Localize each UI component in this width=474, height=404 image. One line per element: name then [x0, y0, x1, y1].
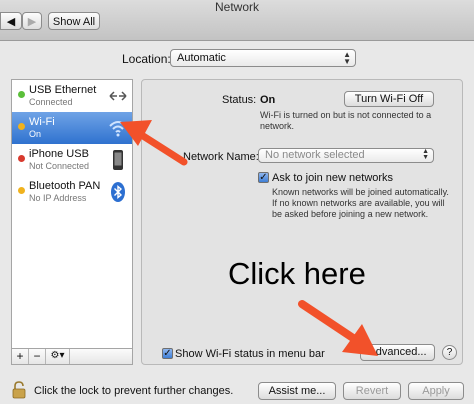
status-dot: [18, 155, 25, 162]
ask-join-description-1: Known networks will be joined automatica…: [272, 187, 449, 197]
service-name: iPhone USB: [29, 148, 89, 160]
apply-button[interactable]: Apply: [408, 382, 464, 400]
ask-join-description-2: If no known networks are available, you …: [272, 198, 445, 208]
ask-join-checkbox[interactable]: ✓: [258, 172, 269, 183]
network-name-select[interactable]: No network selected ▲ ▼: [258, 148, 434, 163]
service-status: No IP Address: [29, 193, 87, 203]
help-button[interactable]: ?: [442, 345, 457, 360]
status-description-1: Wi-Fi is turned on but is not connected …: [260, 110, 432, 120]
gear-menu-button[interactable]: ⚙▾: [46, 349, 70, 364]
service-name: Wi-Fi: [29, 116, 55, 128]
bluetooth-icon: [108, 181, 128, 203]
status-dot: [18, 187, 25, 194]
service-name: USB Ethernet: [29, 84, 97, 96]
ask-join-label: Ask to join new networks: [272, 172, 394, 184]
status-description-2: network.: [260, 121, 295, 131]
network-name-placeholder: No network selected: [265, 149, 365, 161]
back-button[interactable]: ◀: [0, 12, 22, 30]
location-value: Automatic: [177, 52, 226, 64]
service-usb-ethernet[interactable]: USB Ethernet Connected: [12, 80, 132, 112]
network-name-label: Network Name:: [183, 151, 259, 163]
service-bluetooth-pan[interactable]: Bluetooth PAN No IP Address: [12, 176, 132, 208]
service-iphone-usb[interactable]: iPhone USB Not Connected: [12, 144, 132, 176]
assist-me-button[interactable]: Assist me...: [258, 382, 336, 400]
lock-text: Click the lock to prevent further change…: [34, 385, 234, 397]
service-status: Connected: [29, 97, 73, 107]
select-arrows-icon: ▲ ▼: [422, 148, 429, 161]
lock-icon[interactable]: [12, 381, 26, 399]
remove-service-button[interactable]: −: [29, 349, 46, 364]
forward-button[interactable]: ▶: [22, 12, 42, 30]
ask-join-description-3: be asked before joining a new network.: [272, 209, 429, 219]
click-here-annotation: Click here: [228, 256, 366, 291]
show-wifi-status-checkbox[interactable]: ✓: [162, 348, 173, 359]
add-service-button[interactable]: +: [12, 349, 29, 364]
service-wifi[interactable]: Wi-Fi On: [12, 112, 132, 144]
status-dot: [18, 123, 25, 130]
ethernet-icon: [108, 85, 128, 107]
service-name: Bluetooth PAN: [29, 180, 101, 192]
show-all-button[interactable]: Show All: [48, 12, 100, 30]
nav-buttons: ◀ ▶: [0, 12, 42, 30]
arrow-to-wifi-icon: [120, 120, 188, 166]
status-label: Status:: [222, 94, 257, 106]
arrow-to-advanced-icon: [298, 300, 378, 356]
service-list-controls: + − ⚙▾: [11, 349, 133, 365]
service-list: USB Ethernet Connected Wi-Fi On iPhone U…: [11, 79, 133, 349]
revert-button[interactable]: Revert: [343, 382, 401, 400]
status-dot: [18, 91, 25, 98]
location-label: Location:: [122, 52, 171, 66]
status-value: On: [260, 94, 276, 106]
select-arrows-icon: ▲ ▼: [343, 50, 351, 66]
service-status: On: [29, 129, 42, 139]
location-select[interactable]: Automatic ▲ ▼: [170, 49, 356, 67]
service-status: Not Connected: [29, 161, 90, 171]
turn-wifi-off-button[interactable]: Turn Wi-Fi Off: [344, 91, 434, 107]
